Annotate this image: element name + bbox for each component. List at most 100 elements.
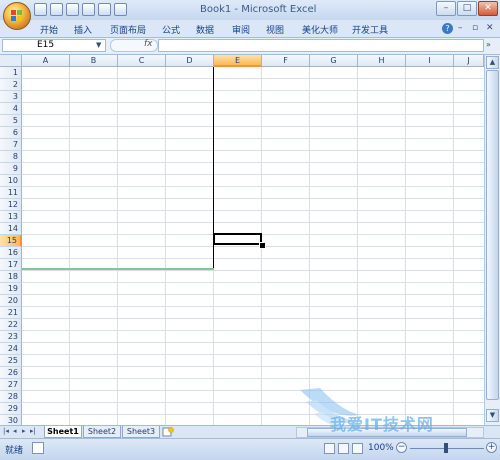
formula-bar: E15 ▼ fx »	[0, 38, 500, 55]
office-button[interactable]	[3, 2, 31, 30]
tab-view[interactable]: 视图	[266, 23, 284, 36]
tab-developer[interactable]: 开发工具	[352, 23, 388, 36]
insert-sheet-icon[interactable]	[162, 427, 174, 437]
column-header-j[interactable]: J	[454, 55, 484, 67]
select-all-corner[interactable]	[0, 55, 22, 67]
save-icon[interactable]	[34, 3, 47, 16]
fill-handle[interactable]	[259, 242, 266, 249]
row-header-28[interactable]: 28	[0, 391, 22, 403]
row-header-6[interactable]: 6	[0, 127, 22, 139]
sheet-tab-sheet1[interactable]: Sheet1	[44, 426, 82, 438]
formula-input[interactable]	[158, 39, 484, 52]
gridline-horizontal	[22, 282, 484, 283]
vertical-scrollbar[interactable]: ▲ ▼	[484, 55, 500, 425]
ribbon-close-button[interactable]: ✕	[486, 23, 494, 33]
gridline-horizontal	[22, 198, 484, 199]
row-header-7[interactable]: 7	[0, 139, 22, 151]
row-header-29[interactable]: 29	[0, 403, 22, 415]
row-header-12[interactable]: 12	[0, 199, 22, 211]
vertical-scroll-thumb[interactable]	[486, 70, 499, 400]
row-header-10[interactable]: 10	[0, 175, 22, 187]
column-header-c[interactable]: C	[118, 55, 166, 67]
macro-record-icon[interactable]	[32, 442, 44, 454]
row-header-9[interactable]: 9	[0, 163, 22, 175]
page-break-view-icon[interactable]	[352, 443, 363, 454]
row-header-11[interactable]: 11	[0, 187, 22, 199]
row-header-5[interactable]: 5	[0, 115, 22, 127]
tab-page-layout[interactable]: 页面布局	[110, 23, 146, 36]
gridline-horizontal	[22, 378, 484, 379]
column-header-a[interactable]: A	[22, 55, 70, 67]
column-header-e[interactable]: E	[214, 55, 262, 67]
help-icon[interactable]: ?	[442, 23, 453, 34]
chevron-down-icon[interactable]: ▼	[96, 41, 101, 49]
prev-sheet-icon[interactable]: ◂	[13, 427, 17, 435]
tab-home[interactable]: 开始	[40, 23, 58, 36]
layout-icon[interactable]	[114, 3, 127, 16]
tab-review[interactable]: 审阅	[232, 23, 250, 36]
row-header-18[interactable]: 18	[0, 271, 22, 283]
active-cell[interactable]	[213, 233, 262, 245]
column-header-h[interactable]: H	[358, 55, 406, 67]
row-header-21[interactable]: 21	[0, 307, 22, 319]
close-button[interactable]: ✕	[478, 1, 498, 16]
restore-button[interactable]: □	[457, 1, 477, 16]
undo-icon[interactable]	[50, 3, 63, 16]
minimize-button[interactable]: –	[436, 1, 456, 16]
scroll-up-icon[interactable]: ▲	[486, 56, 499, 69]
row-header-16[interactable]: 16	[0, 247, 22, 259]
row-header-22[interactable]: 22	[0, 319, 22, 331]
zoom-in-button[interactable]: +	[486, 442, 497, 453]
tab-data[interactable]: 数据	[196, 23, 214, 36]
column-header-g[interactable]: G	[310, 55, 358, 67]
page-layout-view-icon[interactable]	[338, 443, 349, 454]
row-header-13[interactable]: 13	[0, 211, 22, 223]
column-header-b[interactable]: B	[70, 55, 118, 67]
sheet-tab-sheet3[interactable]: Sheet3	[122, 426, 160, 438]
row-header-27[interactable]: 27	[0, 379, 22, 391]
tab-insert[interactable]: 插入	[74, 23, 92, 36]
row-header-19[interactable]: 19	[0, 283, 22, 295]
column-header-i[interactable]: I	[406, 55, 454, 67]
normal-view-icon[interactable]	[324, 443, 335, 454]
row-header-1[interactable]: 1	[0, 67, 22, 79]
column-header-f[interactable]: F	[262, 55, 310, 67]
expand-formula-bar-button[interactable]: »	[486, 40, 491, 49]
column-header-d[interactable]: D	[166, 55, 214, 67]
insert-function-button[interactable]: fx	[144, 39, 153, 49]
next-sheet-icon[interactable]: ▸	[22, 427, 26, 435]
row-header-3[interactable]: 3	[0, 91, 22, 103]
row-header-8[interactable]: 8	[0, 151, 22, 163]
gridline-horizontal	[22, 402, 484, 403]
name-box[interactable]: E15	[2, 39, 106, 52]
row-header-24[interactable]: 24	[0, 343, 22, 355]
gridline-horizontal	[22, 138, 484, 139]
row-header-2[interactable]: 2	[0, 79, 22, 91]
row-header-4[interactable]: 4	[0, 103, 22, 115]
new-document-icon[interactable]	[82, 3, 95, 16]
zoom-slider-thumb[interactable]	[444, 443, 448, 453]
tab-formulas[interactable]: 公式	[162, 23, 180, 36]
row-header-30[interactable]: 30	[0, 415, 22, 425]
zoom-level[interactable]: 100%	[368, 443, 394, 453]
gridline-horizontal	[22, 306, 484, 307]
row-header-17[interactable]: 17	[0, 259, 22, 271]
watermark-text: 我爱IT技术网	[330, 415, 434, 434]
ribbon-minimize-button[interactable]: –	[458, 23, 463, 33]
zoom-out-button[interactable]: −	[396, 442, 407, 453]
scroll-down-icon[interactable]: ▼	[486, 409, 499, 422]
ribbon-restore-button[interactable]: ▫	[472, 23, 478, 33]
row-header-23[interactable]: 23	[0, 331, 22, 343]
print-preview-icon[interactable]	[98, 3, 111, 16]
row-header-26[interactable]: 26	[0, 367, 22, 379]
row-header-20[interactable]: 20	[0, 295, 22, 307]
row-header-15[interactable]: 15	[0, 235, 22, 247]
redo-icon[interactable]	[66, 3, 79, 16]
first-sheet-icon[interactable]: |◂	[3, 427, 9, 435]
sheet-tab-sheet2[interactable]: Sheet2	[83, 426, 121, 438]
tab-beautify-master[interactable]: 美化大师	[302, 23, 338, 36]
worksheet-grid[interactable]: ABCDEFGHIJ 1 2 3 4 5 6 7 8 9 10 11 12 13 14 15 16 17 18 19…	[0, 55, 484, 425]
row-header-25[interactable]: 25	[0, 355, 22, 367]
row-header-14[interactable]: 14	[0, 223, 22, 235]
last-sheet-icon[interactable]: ▸|	[30, 427, 36, 435]
